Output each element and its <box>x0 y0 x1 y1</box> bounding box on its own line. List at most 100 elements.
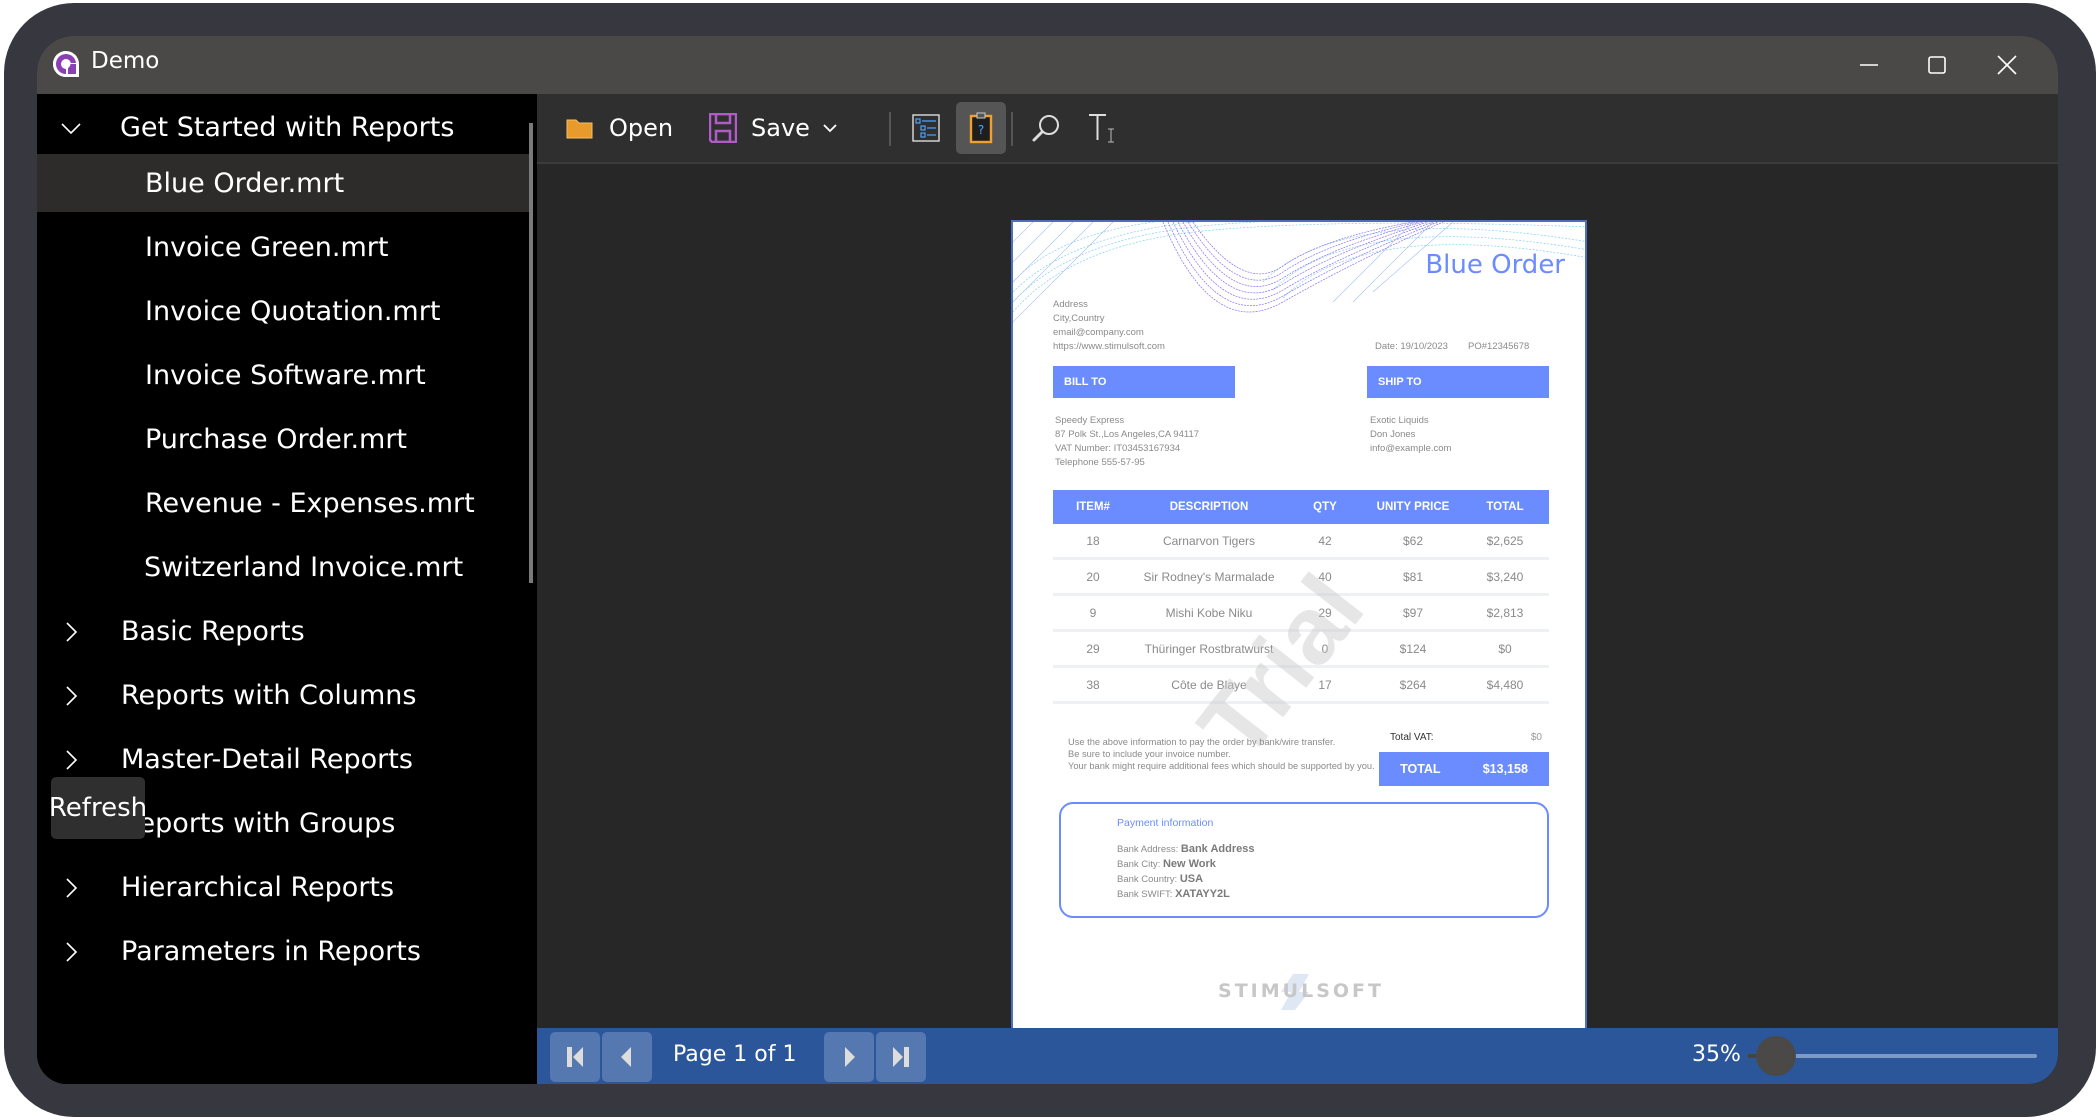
table-cell: Carnarvon Tigers <box>1162 533 1256 548</box>
payment-label: Bank Country: <box>1117 874 1178 885</box>
tree-item-label: Purchase Order.mrt <box>145 423 408 455</box>
editor-button[interactable] <box>1077 102 1127 154</box>
tree-item-label: Revenue - Expenses.mrt <box>145 487 475 519</box>
save-label: Save <box>751 114 810 142</box>
tree-group-label: Reports with Groups <box>121 807 396 839</box>
note-line: Use the above information to pay the ord… <box>1068 737 1336 747</box>
tree-group-parameters-in-reports[interactable]: Parameters in Reports <box>37 922 529 980</box>
tree-group-hierarchical-reports[interactable]: Hierarchical Reports <box>37 858 529 916</box>
payment-label: Bank SWIFT: <box>1117 889 1173 900</box>
zoom-slider[interactable] <box>1747 1036 2037 1076</box>
previous-page-button[interactable] <box>602 1032 652 1082</box>
column-header: ITEM# <box>1076 501 1110 513</box>
payment-line: Bank City: New Work <box>1117 857 1254 872</box>
table-cell: $264 <box>1399 677 1427 692</box>
last-page-icon <box>893 1047 909 1067</box>
tree-item-revenue-expenses[interactable]: Revenue - Expenses.mrt <box>37 474 529 532</box>
editor-text-icon <box>1089 114 1114 143</box>
ship-to-details: Exotic Liquids Don Jones info@example.co… <box>1370 414 1451 456</box>
page-indicator: Page 1 of 1 <box>673 1042 797 1067</box>
chevron-right-icon <box>66 750 78 770</box>
tree-group-label: Parameters in Reports <box>121 935 421 967</box>
tree-item-label: Invoice Green.mrt <box>145 231 389 263</box>
column-header: QTY <box>1313 501 1337 513</box>
bill-to-line: VAT Number: IT03453167934 <box>1055 443 1181 454</box>
tree-item-invoice-quotation[interactable]: Invoice Quotation.mrt <box>37 282 529 340</box>
svg-text:?: ? <box>978 123 984 137</box>
toolbar-separator <box>889 112 891 146</box>
close-button[interactable] <box>1972 42 2042 88</box>
bill-to-line: Telephone 555-57-95 <box>1055 457 1145 468</box>
payment-value: New Work <box>1162 858 1216 870</box>
window-title: Demo <box>91 48 160 74</box>
open-button[interactable]: Open <box>565 102 673 154</box>
payment-label: Bank City: <box>1117 859 1161 870</box>
tree-item-invoice-software[interactable]: Invoice Software.mrt <box>37 346 529 404</box>
payment-note: Use the above information to pay the ord… <box>1068 736 1398 772</box>
tree-group-label: Reports with Columns <box>121 679 417 711</box>
report-preview-area[interactable]: Blue Order Address City,Country email@co… <box>537 164 2058 1035</box>
table-cell: 20 <box>1086 569 1100 584</box>
tree-item-label: Invoice Quotation.mrt <box>145 295 441 327</box>
first-page-button[interactable] <box>550 1032 600 1082</box>
app-logo-icon <box>53 51 79 77</box>
total-value: $13,158 <box>1482 762 1528 776</box>
tree-item-switzerland-invoice[interactable]: Switzerland Invoice.mrt <box>37 538 529 596</box>
previous-page-icon <box>621 1047 631 1067</box>
next-page-icon <box>845 1047 855 1067</box>
tree-item-purchase-order[interactable]: Purchase Order.mrt <box>37 410 529 468</box>
payment-label: Bank Address: <box>1117 844 1179 855</box>
table-cell: $81 <box>1402 569 1424 584</box>
tree-item-invoice-green[interactable]: Invoice Green.mrt <box>37 218 529 276</box>
total-label: TOTAL <box>1400 762 1441 776</box>
po-number: PO#12345678 <box>1468 341 1530 352</box>
minimize-button[interactable] <box>1834 42 1904 88</box>
payment-value: USA <box>1179 873 1204 885</box>
find-button[interactable] <box>1021 102 1071 154</box>
payment-value: Bank Address <box>1180 843 1255 855</box>
report-title: Blue Order <box>1425 250 1565 280</box>
viewer-toolbar: Open Save ? <box>537 94 2058 164</box>
parameters-button[interactable]: ? <box>956 102 1006 154</box>
tree-item-blue-order[interactable]: Blue Order.mrt <box>37 154 529 212</box>
zoom-level: 35% <box>1692 1042 1741 1067</box>
tree-group-reports-with-columns[interactable]: Reports with Columns <box>37 666 529 724</box>
report-tree-sidebar: Get Started with Reports Blue Order.mrt … <box>37 94 537 1084</box>
title-bar: Demo <box>37 36 2058 94</box>
payment-line: Bank Address: Bank Address <box>1117 842 1254 857</box>
company-address: Address <box>1053 299 1088 310</box>
save-button[interactable]: Save <box>709 102 838 154</box>
company-email: email@company.com <box>1053 327 1144 338</box>
next-page-button[interactable] <box>824 1032 874 1082</box>
payment-info-title: Payment information <box>1117 817 1214 829</box>
find-icon <box>1032 115 1059 142</box>
tree-group-get-started[interactable]: Get Started with Reports <box>37 98 529 156</box>
table-cell: $124 <box>1399 641 1427 656</box>
table-cell: $2,813 <box>1486 605 1524 620</box>
last-page-button[interactable] <box>876 1032 926 1082</box>
chevron-down-icon[interactable] <box>822 122 838 134</box>
payment-line: Bank SWIFT: XATAYY2L <box>1117 887 1254 902</box>
sidebar-scrollbar[interactable] <box>529 123 533 583</box>
chevron-right-icon <box>66 622 78 642</box>
table-cell: 18 <box>1086 533 1100 548</box>
column-header: DESCRIPTION <box>1169 501 1249 513</box>
close-icon <box>1997 55 2017 75</box>
order-date: Date: 19/10/2023 <box>1375 341 1448 352</box>
zoom-slider-thumb[interactable] <box>1756 1036 1796 1076</box>
table-cell: $3,240 <box>1486 569 1524 584</box>
column-header: TOTAL <box>1486 501 1524 513</box>
table-cell: 42 <box>1318 533 1332 548</box>
folder-icon <box>566 119 593 139</box>
tree-group-basic-reports[interactable]: Basic Reports <box>37 602 529 660</box>
maximize-button[interactable] <box>1902 42 1972 88</box>
bill-to-line: 87 Polk St.,Los Angeles,CA 94117 <box>1055 429 1200 440</box>
bill-to-heading: BILL TO <box>1053 366 1235 398</box>
refresh-button[interactable]: Refresh <box>49 777 147 839</box>
bill-to-details: Speedy Express 87 Polk St.,Los Angeles,C… <box>1055 414 1199 470</box>
bookmarks-button[interactable] <box>901 102 951 154</box>
save-disk-icon <box>709 113 737 143</box>
parameters-clipboard-icon: ? <box>969 112 993 144</box>
ship-to-heading: SHIP TO <box>1367 366 1549 398</box>
toolbar-separator <box>1011 112 1013 146</box>
